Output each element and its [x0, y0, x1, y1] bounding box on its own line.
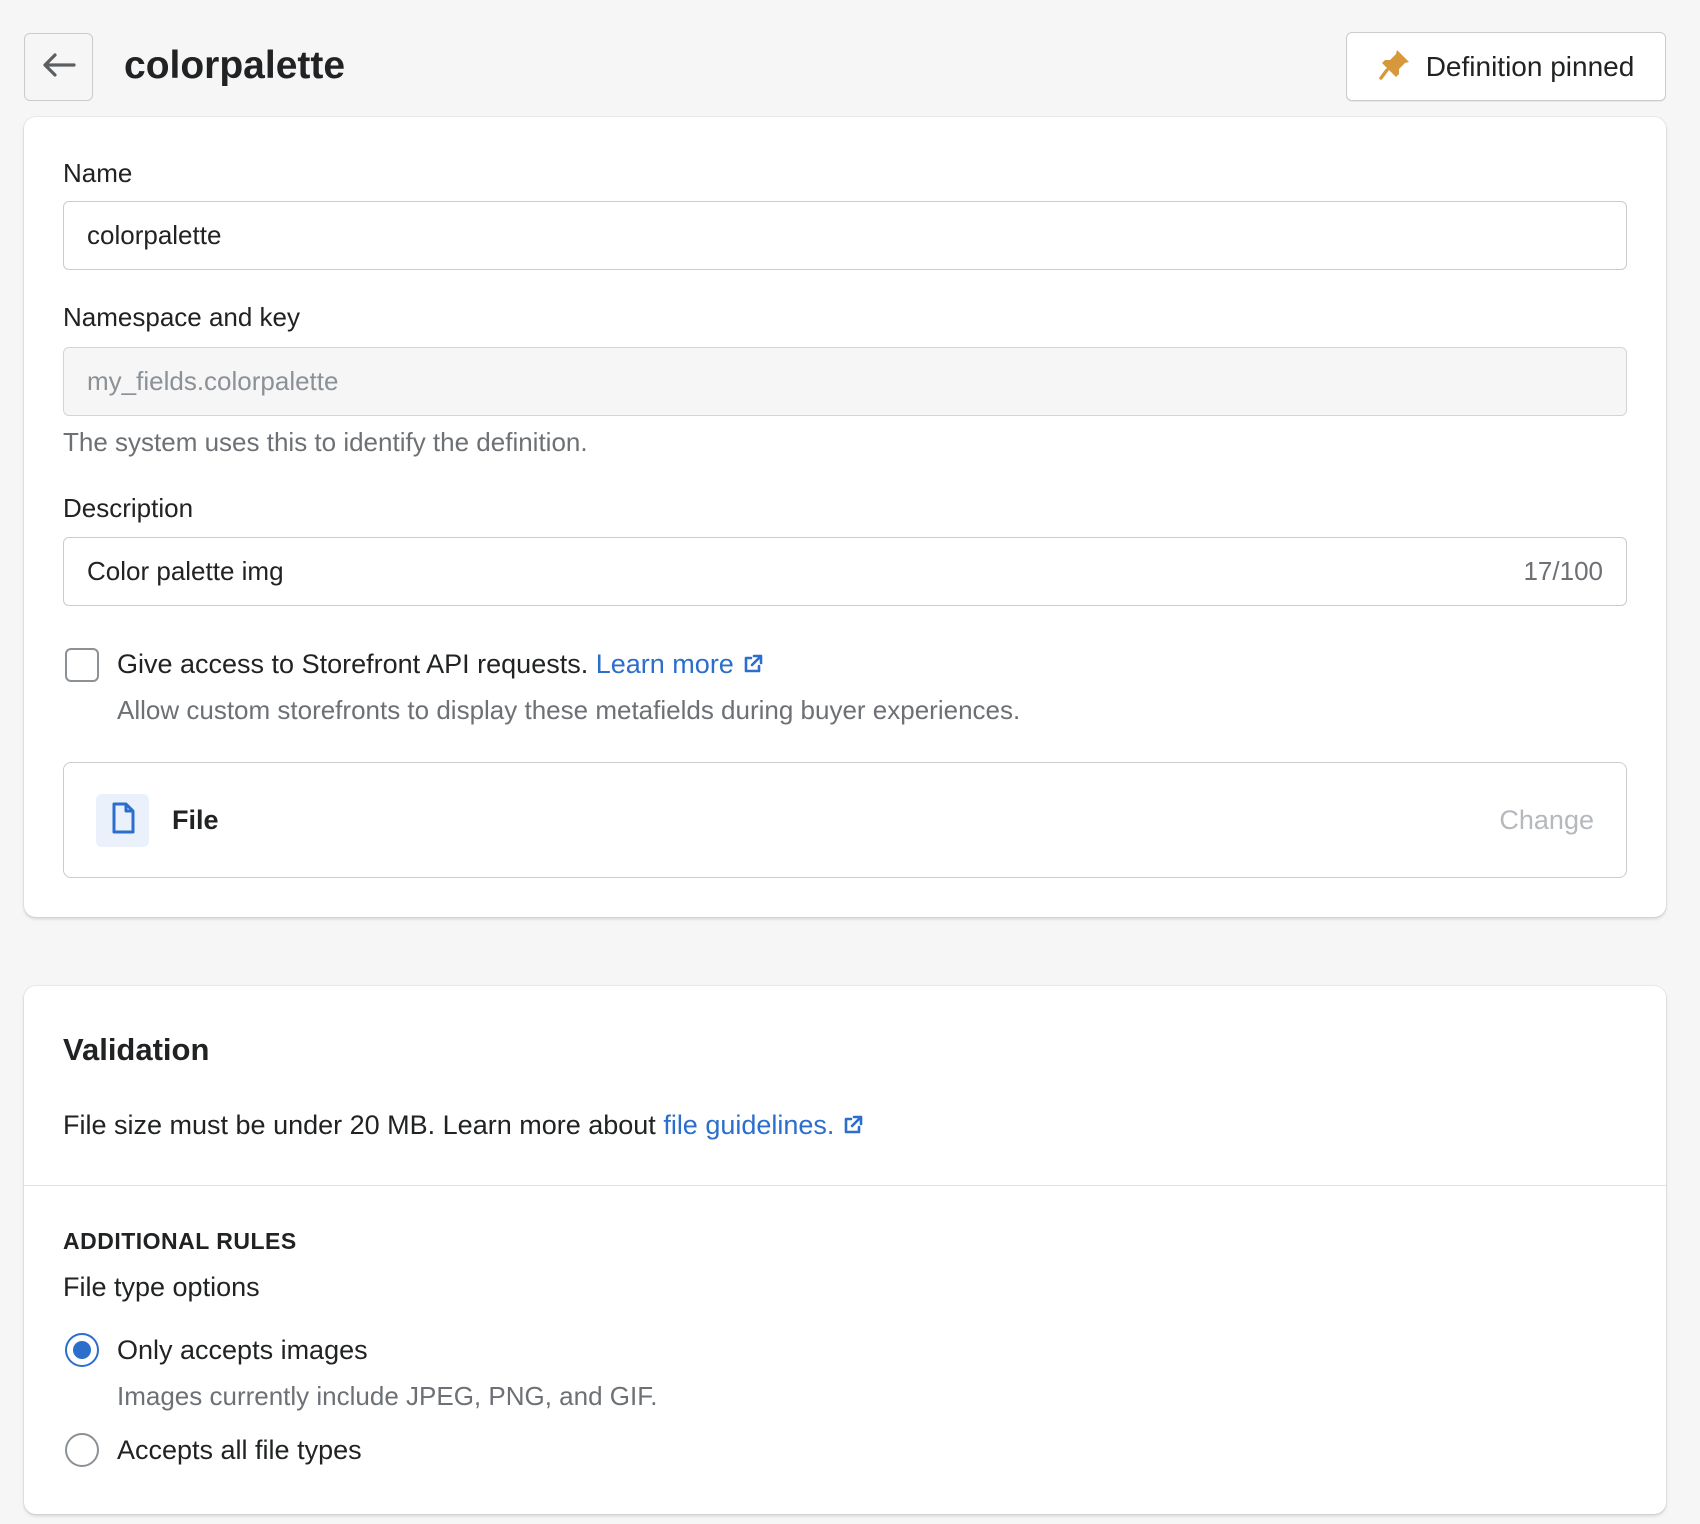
namespace-input-value: my_fields.colorpalette: [87, 366, 339, 396]
storefront-access-checkbox[interactable]: [65, 648, 99, 682]
character-counter: 17/100: [1523, 556, 1603, 586]
storefront-access-label: Give access to Storefront API requests. …: [117, 647, 764, 683]
content-type-selector: File Change: [63, 762, 1627, 878]
change-type-button[interactable]: Change: [1499, 805, 1594, 836]
definition-pinned-button[interactable]: Definition pinned: [1346, 32, 1666, 101]
namespace-input: my_fields.colorpalette: [63, 347, 1627, 416]
file-guidelines-link-text: file guidelines.: [663, 1110, 835, 1140]
name-label: Name: [63, 158, 133, 188]
pin-icon: [1378, 47, 1412, 86]
namespace-help: The system uses this to identify the def…: [63, 427, 588, 457]
file-type-options-label: File type options: [63, 1272, 260, 1302]
description-input[interactable]: Color palette img 17/100: [63, 537, 1627, 606]
definition-pinned-label: Definition pinned: [1425, 50, 1635, 82]
learn-more-link[interactable]: Learn more: [596, 649, 764, 679]
content-type-name: File: [172, 804, 219, 835]
storefront-access-help: Allow custom storefronts to display thes…: [117, 695, 1021, 725]
storefront-access-text: Give access to Storefront API requests.: [117, 649, 589, 679]
external-link-icon: [742, 649, 764, 683]
page-title: colorpalette: [124, 44, 346, 87]
only-images-label[interactable]: Only accepts images: [117, 1333, 368, 1367]
validation-text-body: File size must be under 20 MB. Learn mor…: [63, 1110, 664, 1140]
all-file-types-label[interactable]: Accepts all file types: [117, 1433, 362, 1467]
validation-heading: Validation: [63, 1032, 210, 1067]
all-file-types-radio[interactable]: [65, 1433, 99, 1467]
only-images-help: Images currently include JPEG, PNG, and …: [117, 1381, 658, 1411]
external-link-icon: [842, 1110, 864, 1144]
learn-more-link-text: Learn more: [595, 649, 734, 679]
file-type-icon-container: [96, 793, 149, 847]
back-button[interactable]: [24, 33, 93, 101]
namespace-label: Namespace and key: [63, 302, 301, 332]
arrow-left-icon: [42, 52, 76, 83]
name-input-value: colorpalette: [87, 220, 222, 250]
only-images-radio[interactable]: [65, 1333, 99, 1367]
file-guidelines-link[interactable]: file guidelines.: [663, 1110, 864, 1140]
metafield-definition-page: colorpalette Definition pinned Name colo…: [0, 0, 1700, 1524]
section-divider: [24, 1185, 1666, 1186]
validation-card: Validation File size must be under 20 MB…: [24, 986, 1666, 1514]
description-label: Description: [63, 493, 194, 523]
definition-card: Name colorpalette Namespace and key my_f…: [24, 117, 1666, 917]
validation-text: File size must be under 20 MB. Learn mor…: [63, 1108, 864, 1144]
file-icon: [111, 802, 135, 839]
name-input[interactable]: colorpalette: [63, 201, 1627, 270]
additional-rules-heading: ADDITIONAL RULES: [63, 1228, 297, 1254]
description-input-value: Color palette img: [87, 556, 284, 586]
